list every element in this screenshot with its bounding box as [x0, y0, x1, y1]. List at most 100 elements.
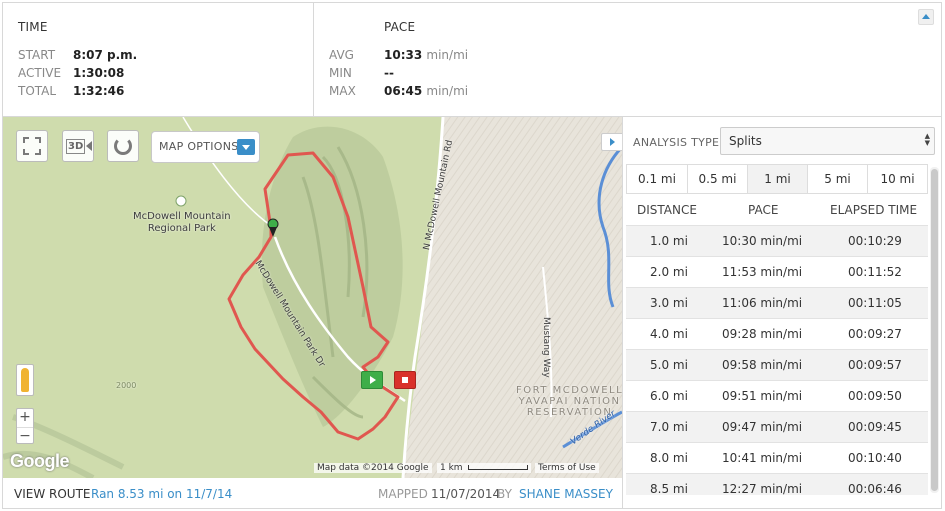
splits-scrollbar[interactable] — [930, 167, 939, 493]
zoom-out-button[interactable]: − — [17, 427, 33, 444]
workout-summary: TIME START 8:07 p.m. ACTIVE 1:30:08 TOTA… — [3, 3, 941, 117]
split-pace: 11:53 min/mi — [722, 265, 803, 279]
chevron-down-icon — [237, 139, 255, 155]
zoom-in-button[interactable]: + — [17, 409, 33, 425]
table-row: 4.0 mi 09:28 min/mi 00:09:27 — [626, 318, 928, 349]
select-arrows-icon: ▲ ▼ — [924, 132, 930, 147]
scrollbar-thumb[interactable] — [931, 169, 938, 491]
split-distance: 8.5 mi — [650, 482, 688, 495]
tab-1-mi[interactable]: 1 mi — [748, 165, 808, 193]
end-marker[interactable] — [394, 371, 416, 389]
split-pace: 09:51 min/mi — [722, 389, 803, 403]
split-distance: 2.0 mi — [650, 265, 688, 279]
map-attribution: Map data ©2014 Google — [314, 463, 432, 473]
pegman-icon — [21, 368, 29, 392]
street-view-button[interactable] — [16, 364, 34, 396]
min-pace-row: MIN -- — [329, 65, 609, 81]
owner-link[interactable]: SHANE MASSEY — [519, 478, 613, 508]
min-value: -- — [384, 66, 394, 80]
tab-10-mi[interactable]: 10 mi — [868, 165, 927, 193]
split-pace: 12:27 min/mi — [722, 482, 803, 495]
view-route-label: VIEW ROUTE — [14, 487, 91, 501]
active-label: ACTIVE — [18, 66, 62, 80]
table-row: 6.0 mi 09:51 min/mi 00:09:50 — [626, 380, 928, 411]
split-distance: 8.0 mi — [650, 451, 688, 465]
3d-label: 3D — [66, 139, 86, 154]
start-label: START — [18, 48, 56, 62]
pace-header: PACE — [748, 203, 779, 217]
split-interval-tabs: 0.1 mi 0.5 mi 1 mi 5 mi 10 mi — [626, 164, 928, 194]
split-elapsed-time: 00:10:40 — [848, 451, 902, 465]
workout-details: TIME START 8:07 p.m. ACTIVE 1:30:08 TOTA… — [2, 2, 942, 509]
tab-0-1-mi[interactable]: 0.1 mi — [627, 165, 688, 193]
pace-section: PACE AVG 10:33 min/mi MIN -- MAX 06:45 m… — [315, 3, 915, 116]
max-value: 06:45 min/mi — [384, 84, 469, 98]
table-row: 5.0 mi 09:58 min/mi 00:09:57 — [626, 349, 928, 380]
split-distance: 5.0 mi — [650, 358, 688, 372]
mapped-label: MAPPED — [378, 487, 428, 501]
avg-pace-row: AVG 10:33 min/mi — [329, 47, 609, 63]
collapse-summary-button[interactable] — [918, 9, 934, 25]
table-row: 2.0 mi 11:53 min/mi 00:11:52 — [626, 256, 928, 287]
total-row: TOTAL 1:32:46 — [18, 83, 298, 99]
start-marker[interactable] — [361, 371, 383, 389]
zoom-control: + − — [16, 408, 34, 444]
max-pace-row: MAX 06:45 min/mi — [329, 83, 609, 99]
avg-label: AVG — [329, 48, 354, 62]
fullscreen-icon — [23, 137, 41, 155]
route-map[interactable]: 3D MAP OPTIONS McDowell Mountain Regiona… — [3, 117, 622, 478]
rotate-button[interactable] — [107, 130, 139, 162]
by-label: BY — [497, 487, 512, 501]
map-terrain — [3, 117, 622, 478]
split-elapsed-time: 00:09:45 — [848, 420, 902, 434]
split-pace: 11:06 min/mi — [722, 296, 803, 310]
table-row: 1.0 mi 10:30 min/mi 00:10:29 — [626, 225, 928, 256]
analysis-type-select[interactable]: Splits ▲ ▼ — [720, 127, 935, 155]
analysis-panel: ANALYSIS TYPE: Splits ▲ ▼ 0.1 mi 0.5 mi 1… — [622, 117, 941, 508]
distance-header: DISTANCE — [637, 203, 697, 217]
3d-view-button[interactable]: 3D — [62, 130, 94, 162]
split-elapsed-time: 00:09:27 — [848, 327, 902, 341]
total-label: TOTAL — [18, 84, 57, 98]
splits-table-body: 1.0 mi 10:30 min/mi 00:10:29 2.0 mi 11:53 mi… — [626, 225, 928, 495]
table-row: 3.0 mi 11:06 min/mi 00:11:05 — [626, 287, 928, 318]
start-value: 8:07 p.m. — [73, 48, 138, 62]
analysis-type-value: Splits — [729, 134, 762, 148]
map-footer: VIEW ROUTE Ran 8.53 mi on 11/7/14 MAPPED… — [3, 478, 622, 508]
split-distance: 1.0 mi — [650, 234, 688, 248]
split-pace: 10:30 min/mi — [722, 234, 803, 248]
time-section: TIME START 8:07 p.m. ACTIVE 1:30:08 TOTA… — [3, 3, 314, 116]
split-elapsed-time: 00:09:57 — [848, 358, 902, 372]
tab-5-mi[interactable]: 5 mi — [808, 165, 868, 193]
terms-of-use-link[interactable]: Terms of Use — [535, 463, 599, 473]
map-options-dropdown[interactable]: MAP OPTIONS — [151, 131, 260, 163]
split-pace: 09:47 min/mi — [722, 420, 803, 434]
start-row: START 8:07 p.m. — [18, 47, 298, 63]
table-row: 8.0 mi 10:41 min/mi 00:10:40 — [626, 442, 928, 473]
mustang-way-label: Mustang Way — [541, 317, 551, 378]
split-pace: 09:28 min/mi — [722, 327, 803, 341]
split-elapsed-time: 00:09:50 — [848, 389, 902, 403]
elapsed-time-header: ELAPSED TIME — [830, 203, 918, 217]
split-distance: 4.0 mi — [650, 327, 688, 341]
route-link[interactable]: Ran 8.53 mi on 11/7/14 — [91, 478, 232, 508]
time-title: TIME — [18, 20, 48, 34]
split-distance: 7.0 mi — [650, 420, 688, 434]
table-row: 8.5 mi 12:27 min/mi 00:06:46 — [626, 473, 928, 495]
active-value: 1:30:08 — [73, 66, 125, 80]
splits-table-header: DISTANCE PACE ELAPSED TIME — [626, 194, 928, 225]
max-label: MAX — [329, 84, 356, 98]
fullscreen-button[interactable] — [16, 130, 48, 162]
map-options-label: MAP OPTIONS — [159, 140, 239, 153]
expand-map-button[interactable] — [601, 133, 622, 151]
tab-0-5-mi[interactable]: 0.5 mi — [688, 165, 748, 193]
camera-icon — [86, 141, 92, 151]
split-elapsed-time: 00:10:29 — [848, 234, 902, 248]
split-elapsed-time: 00:11:52 — [848, 265, 902, 279]
split-elapsed-time: 00:11:05 — [848, 296, 902, 310]
rotate-icon — [114, 137, 132, 155]
pace-title: PACE — [384, 20, 416, 34]
google-logo: Google — [10, 451, 70, 471]
mapped-date: 11/07/2014 — [431, 487, 501, 501]
split-elapsed-time: 00:06:46 — [848, 482, 902, 495]
